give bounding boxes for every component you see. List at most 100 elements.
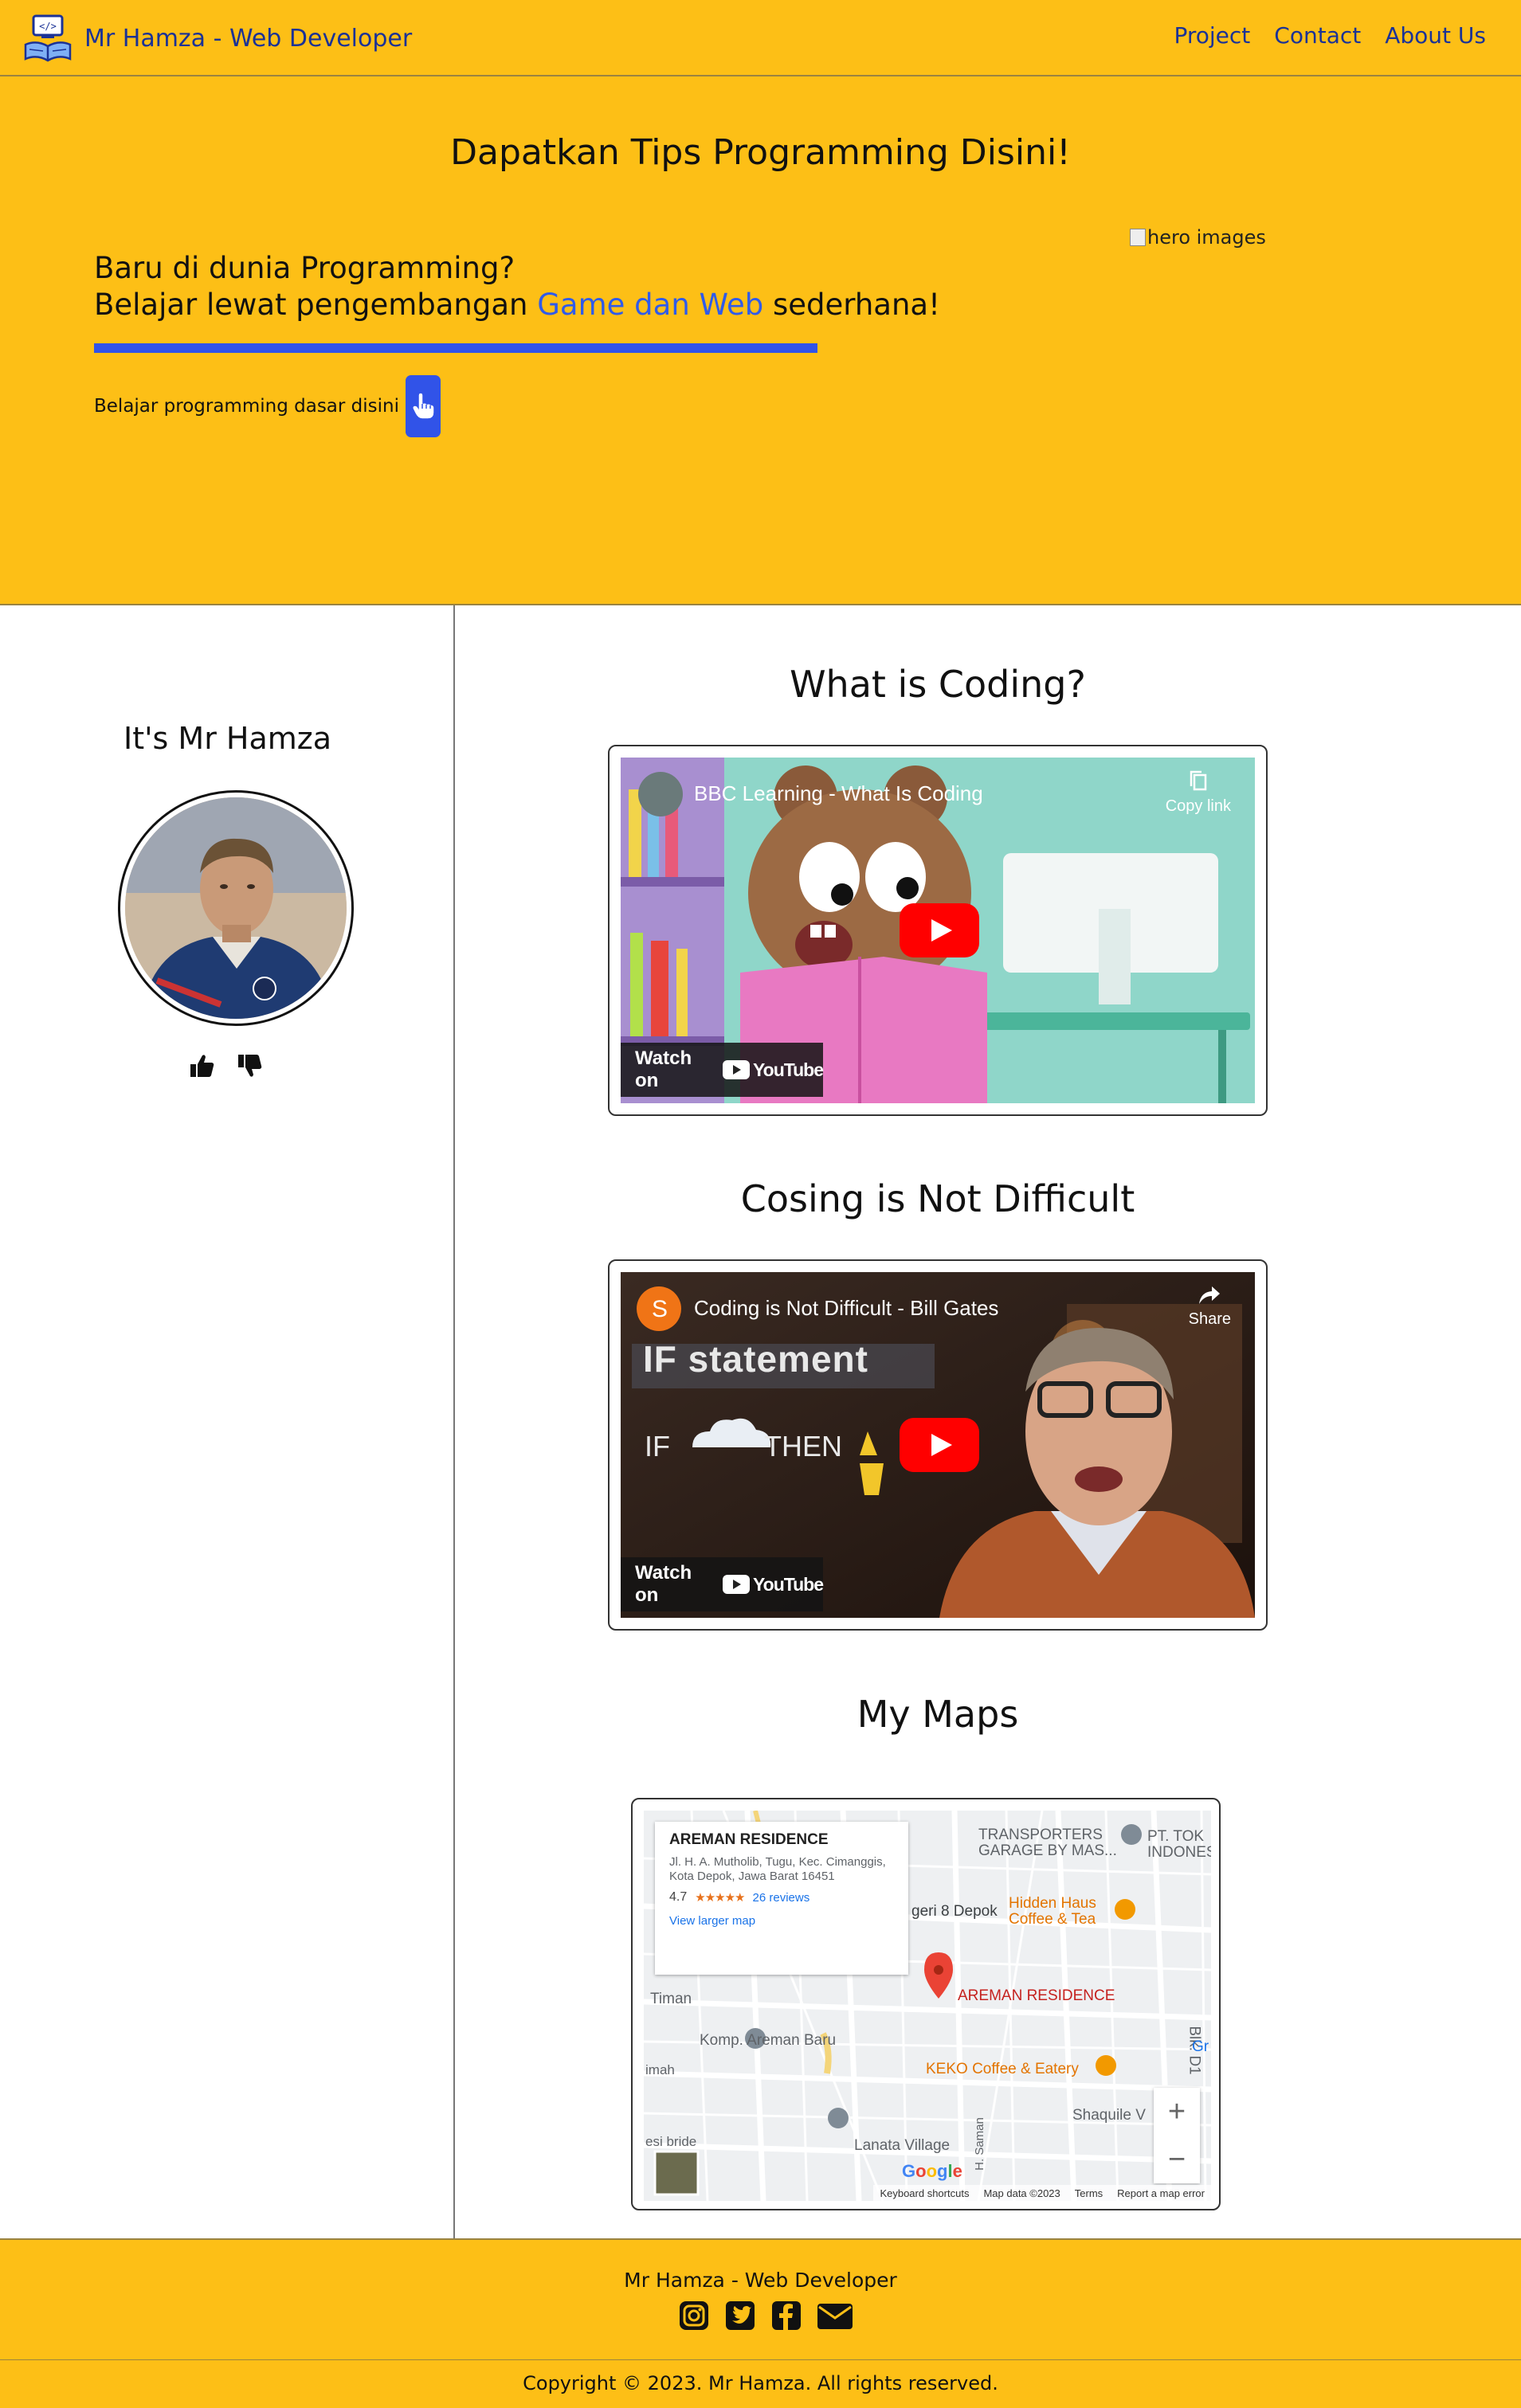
hero-image-alt-text: hero images: [1147, 226, 1266, 249]
map-label: Gr: [1192, 2038, 1209, 2055]
view-larger-map-link[interactable]: View larger map: [669, 1914, 894, 1928]
hero-divider: [94, 343, 817, 353]
video-embed-coding[interactable]: BBC Learning - What Is Coding Copy link …: [621, 758, 1255, 1103]
envelope-icon[interactable]: [816, 2299, 854, 2332]
like-button[interactable]: [188, 1051, 217, 1080]
footer: Mr Hamza - Web Developer Copyright © 202…: [0, 2238, 1521, 2408]
nav-links: Project Contact About Us: [1174, 22, 1486, 49]
map-label: H. Saman: [972, 2117, 986, 2171]
hero-cta: Belajar programming dasar disini: [94, 375, 441, 437]
footer-divider: [0, 2359, 1521, 2360]
map-info-card: AREMAN RESIDENCE Jl. H. A. Mutholib, Tug…: [655, 1822, 908, 1975]
pointer-hand-icon: [413, 393, 434, 419]
section-title-coding: What is Coding?: [790, 663, 1086, 706]
map-label: esi bride: [645, 2134, 697, 2149]
avatar-photo: [125, 797, 347, 1019]
instagram-icon[interactable]: [677, 2299, 711, 2332]
map-keyboard-shortcuts[interactable]: Keyboard shortcuts: [880, 2187, 969, 2199]
twitter-icon[interactable]: [723, 2299, 757, 2332]
map-rating-stars: ★★★★★: [695, 1891, 745, 1905]
share-label: Share: [1188, 1310, 1231, 1328]
section-title-not-difficult: Cosing is Not Difficult: [740, 1177, 1135, 1220]
share-button[interactable]: Share: [1189, 1285, 1231, 1329]
watch-on-label: Watch on: [635, 1047, 692, 1091]
sidebar-title: It's Mr Hamza: [123, 721, 332, 756]
hero-subtitle-line2: Belajar lewat pengembangan Game dan Web …: [94, 287, 940, 323]
video-card-not-difficult: S Coding is Not Difficult - Bill Gates I…: [608, 1259, 1268, 1631]
play-button-icon[interactable]: [900, 903, 979, 957]
map-label: geri 8 Depok: [911, 1903, 998, 1920]
hero-title: Dapatkan Tips Programming Disini!: [450, 132, 1071, 173]
hero-subtitle: Baru di dunia Programming? Belajar lewat…: [94, 250, 940, 323]
map-label: INDONES: [1147, 1844, 1211, 1861]
youtube-logo: YouTube: [723, 1573, 824, 1596]
footer-brand: Mr Hamza - Web Developer: [624, 2269, 897, 2292]
hero-subtitle-post: sederhana!: [763, 288, 940, 322]
avatar-frame: [118, 790, 354, 1026]
facebook-icon[interactable]: [770, 2299, 803, 2332]
avatar: [125, 797, 347, 1019]
zoom-out-button[interactable]: −: [1154, 2136, 1200, 2183]
broken-image-icon: [1130, 229, 1146, 246]
map-label: Timan: [650, 1991, 692, 2007]
watch-on-youtube[interactable]: Watch on YouTube: [621, 1557, 824, 1611]
dislike-button[interactable]: [236, 1051, 265, 1080]
social-links: [677, 2299, 854, 2332]
map-label: Komp. Areman Baru: [700, 2032, 837, 2049]
youtube-icon: [723, 1060, 751, 1079]
map-embed[interactable]: AREMAN RESIDENCE Jl. H. A. Mutholib, Tug…: [644, 1811, 1211, 2201]
map-rating: 4.7 ★★★★★ 26 reviews: [669, 1890, 894, 1905]
map-place-name: AREMAN RESIDENCE: [669, 1831, 829, 1848]
map-label: Lanata Village: [854, 2137, 951, 2154]
navbar: </> Mr Hamza - Web Developer Project Con…: [0, 0, 1521, 76]
map-report-error[interactable]: Report a map error: [1117, 2187, 1205, 2199]
map-card: AREMAN RESIDENCE Jl. H. A. Mutholib, Tug…: [631, 1798, 1221, 2210]
nav-link-contact[interactable]: Contact: [1274, 22, 1361, 49]
section-title-maps: My Maps: [857, 1693, 1019, 1736]
cta-button[interactable]: [406, 375, 441, 437]
copy-icon: [1190, 770, 1207, 791]
hero-subtitle-line1: Baru di dunia Programming?: [94, 251, 515, 285]
play-button-icon[interactable]: [900, 1418, 979, 1472]
hero-section: Dapatkan Tips Programming Disini! hero i…: [0, 76, 1521, 605]
content-area: What is Coding? BBC Learning - What Is C…: [457, 605, 1521, 2238]
nav-link-about[interactable]: About Us: [1385, 22, 1486, 49]
brand-title: Mr Hamza - Web Developer: [84, 24, 413, 53]
zoom-in-button[interactable]: +: [1154, 2088, 1200, 2136]
copy-link-label: Copy link: [1165, 797, 1231, 815]
map-label: imah: [645, 2062, 675, 2077]
copy-link-button[interactable]: Copy link: [1166, 770, 1231, 816]
map-rating-value: 4.7: [669, 1890, 688, 1904]
reaction-buttons: [188, 1051, 265, 1080]
map-reviews-link[interactable]: 26 reviews: [753, 1891, 810, 1905]
map-place-address: Jl. H. A. Mutholib, Tugu, Kec. Cimanggis…: [669, 1855, 886, 1883]
watch-on-youtube[interactable]: Watch on YouTube: [621, 1043, 824, 1097]
hero-subtitle-pre: Belajar lewat pengembangan: [94, 288, 538, 322]
hero-cta-text: Belajar programming dasar disini: [94, 396, 399, 417]
youtube-icon: [723, 1575, 751, 1594]
map-label: GARAGE BY MAS...: [978, 1842, 1117, 1859]
map-label: KEKO Coffee & Eatery: [926, 2061, 1079, 2077]
youtube-wordmark: YouTube: [753, 1059, 824, 1080]
map-data: Map data ©2023: [983, 2187, 1060, 2199]
hero-image: hero images: [1130, 226, 1266, 249]
share-icon: [1199, 1286, 1221, 1304]
thumbs-up-icon: [190, 1055, 214, 1077]
thumbs-down-icon: [238, 1055, 262, 1077]
brand[interactable]: </> Mr Hamza - Web Developer: [22, 13, 412, 64]
video-card-coding: BBC Learning - What Is Coding Copy link …: [608, 745, 1268, 1116]
video-title-not-difficult: Coding is Not Difficult - Bill Gates: [694, 1296, 999, 1320]
watch-on-label: Watch on: [635, 1562, 692, 1606]
map-label: Coffee & Tea: [1009, 1911, 1096, 1928]
video-title-coding: BBC Learning - What Is Coding: [694, 781, 983, 805]
map-label: AREMAN RESIDENCE: [958, 1987, 1115, 2004]
nav-link-project[interactable]: Project: [1174, 22, 1250, 49]
youtube-wordmark: YouTube: [753, 1573, 824, 1595]
video-embed-not-difficult[interactable]: S Coding is Not Difficult - Bill Gates I…: [621, 1272, 1255, 1618]
youtube-logo: YouTube: [723, 1059, 824, 1081]
overlay-then: THEN: [764, 1430, 842, 1462]
main-content: It's Mr Hamza What is Coding? BBC Learni…: [0, 605, 1521, 2238]
map-label: TRANSPORTERS: [978, 1827, 1103, 1843]
map-terms[interactable]: Terms: [1075, 2187, 1103, 2199]
map-label: Shaquile V: [1072, 2107, 1146, 2124]
